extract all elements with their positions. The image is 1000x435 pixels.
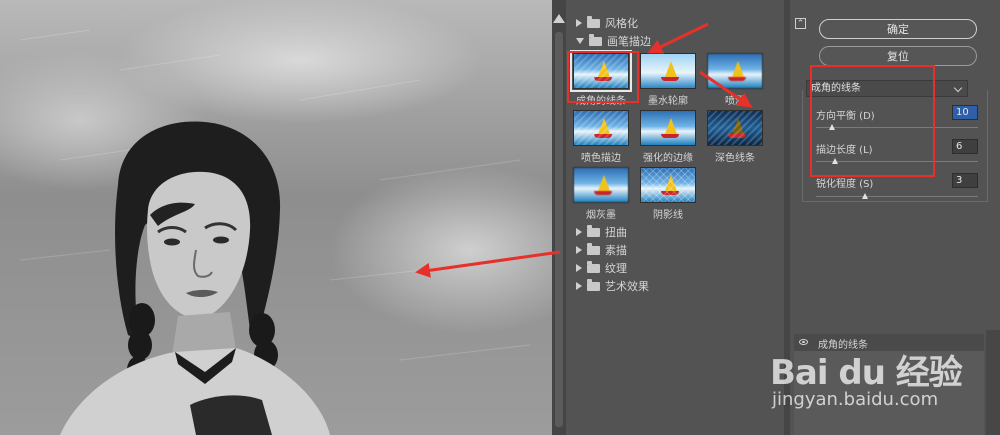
folder-icon [587, 243, 600, 255]
preview-portrait-image [19, 29, 531, 435]
baidu-jingyan-watermark: Bai du 经验 jingyan.baidu.com [770, 345, 995, 425]
annotation-highlight-settings [810, 65, 935, 177]
annotation-highlight-thumbnail [567, 51, 639, 103]
scroll-thumb[interactable] [555, 32, 563, 427]
filter-thumb-dark-strokes[interactable]: 深色线条 [705, 110, 765, 164]
category-distort[interactable]: 扭曲 [576, 224, 627, 240]
sharpness-slider-knob[interactable] [861, 193, 868, 199]
expand-arrow-icon [576, 228, 582, 236]
param-label-sharpness: 锐化程度 (S) [816, 179, 874, 190]
category-brush-strokes[interactable]: 画笔描边 [576, 33, 651, 49]
watermark-url: jingyan.baidu.com [772, 389, 939, 410]
sharpness-input[interactable]: 3 [952, 173, 978, 188]
stroke-length-input[interactable]: 6 [952, 139, 978, 154]
filter-thumb-sumi-e[interactable]: 烟灰墨 [571, 167, 631, 221]
folder-icon [587, 16, 600, 28]
category-artistic[interactable]: 艺术效果 [576, 278, 649, 294]
thumbnail-image [573, 167, 629, 203]
watermark-logo: Bai du 经验 [770, 353, 963, 393]
scroll-up-icon[interactable] [553, 14, 565, 23]
reset-button[interactable]: 复位 [819, 46, 977, 66]
filter-preview-canvas[interactable] [0, 0, 552, 435]
filter-thumb-crosshatch[interactable]: 阴影线 [638, 167, 698, 221]
category-texture[interactable]: 纹理 [576, 260, 627, 276]
folder-open-icon [589, 34, 602, 46]
thumbnail-image [640, 110, 696, 146]
category-stylize[interactable]: 风格化 [576, 15, 638, 31]
filter-thumb-spatter[interactable]: 喷溅 [705, 53, 765, 107]
thumbnail-image [707, 110, 763, 146]
thumbnail-image [573, 110, 629, 146]
thumbnail-image [640, 53, 696, 89]
filter-thumb-sprayed-strokes[interactable]: 喷色描边 [571, 110, 631, 164]
filter-thumb-accented-edges[interactable]: 强化的边缘 [638, 110, 698, 164]
ok-button[interactable]: 确定 [819, 19, 977, 39]
folder-icon [587, 261, 600, 273]
collapse-arrow-icon [576, 38, 584, 44]
direction-balance-input[interactable]: 10 [952, 105, 978, 120]
thumbnail-image [707, 53, 763, 89]
expand-arrow-icon [576, 282, 582, 290]
preview-scrollbar[interactable] [552, 0, 566, 435]
filter-thumb-ink-outlines[interactable]: 墨水轮廓 [638, 53, 698, 107]
collapse-gallery-icon[interactable]: ⌃ [795, 18, 806, 29]
folder-icon [587, 225, 600, 237]
expand-arrow-icon [576, 246, 582, 254]
category-sketch[interactable]: 素描 [576, 242, 627, 258]
expand-arrow-icon [576, 19, 582, 27]
sharpness-slider-track[interactable] [816, 196, 978, 197]
chevron-down-icon [953, 83, 963, 93]
thumbnail-image [640, 167, 696, 203]
folder-icon [587, 279, 600, 291]
expand-arrow-icon [576, 264, 582, 272]
